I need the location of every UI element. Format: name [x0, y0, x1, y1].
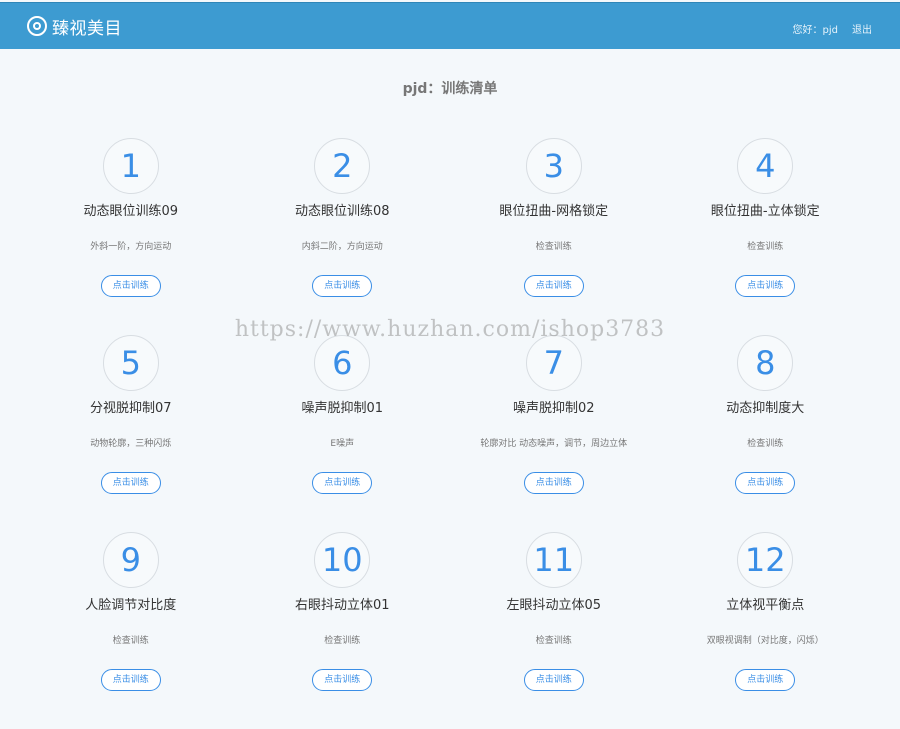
- card-title: 动态抑制度大: [726, 401, 805, 416]
- card-title: 动态眼位训练08: [294, 204, 390, 219]
- card-title: 噪声脱抑制02: [512, 401, 595, 416]
- training-card: 4 眼位扭曲-立体锁定检查训练点击训练: [660, 138, 872, 335]
- card-number: 8: [737, 335, 794, 391]
- card-description: 检查训练: [112, 636, 149, 646]
- card-title: 立体视平衡点: [726, 598, 805, 613]
- start-training-button[interactable]: 点击训练: [735, 275, 796, 297]
- card-number: 10: [314, 532, 371, 588]
- card-description: 双眼视调制（对比度，闪烁）: [706, 636, 824, 646]
- training-card: 10 右眼抖动立体01 检查训练点击训练: [237, 532, 449, 729]
- card-description: 动物轮廓，三种闪烁: [90, 439, 172, 449]
- card-title: 分视脱抑制07: [89, 401, 172, 416]
- training-card: 1 动态眼位训练09 外斜一阶，方向运动点击训练: [25, 138, 237, 335]
- card-title: 噪声脱抑制01: [301, 401, 384, 416]
- card-description: 检查训练: [747, 242, 784, 252]
- training-card: 9 人脸调节对比度检查训练点击训练: [25, 532, 237, 729]
- card-number: 11: [525, 532, 582, 588]
- card-title: 人脸调节对比度: [85, 598, 177, 613]
- card-number: 12: [737, 532, 794, 588]
- start-training-button[interactable]: 点击训练: [312, 669, 373, 691]
- start-training-button[interactable]: 点击训练: [100, 669, 161, 691]
- user-area: 您好：pjd 退出: [793, 21, 872, 36]
- start-training-button[interactable]: 点击训练: [312, 472, 373, 494]
- card-number: 9: [102, 532, 159, 588]
- card-number: 5: [102, 335, 159, 391]
- brand[interactable]: 臻视美目: [27, 13, 122, 39]
- card-description: 检查训练: [535, 636, 572, 646]
- start-training-button[interactable]: 点击训练: [312, 275, 373, 297]
- training-card: 8 动态抑制度大检查训练点击训练: [660, 335, 872, 532]
- page-title: pjd：训练清单: [402, 81, 498, 97]
- card-title: 左眼抖动立体05: [506, 598, 602, 613]
- card-title: 动态眼位训练09: [83, 204, 179, 219]
- card-description: 轮廓对比 动态噪声，调节，周边立体: [480, 439, 628, 449]
- training-card: 7 噪声脱抑制02 轮廓对比 动态噪声，调节，周边立体点击训练: [448, 335, 660, 532]
- card-description: 内斜二阶，方向运动: [301, 242, 383, 252]
- user-greeting: 您好：pjd: [792, 25, 838, 36]
- card-description: 外斜一阶，方向运动: [90, 242, 172, 252]
- card-description: E噪声: [330, 439, 355, 449]
- start-training-button[interactable]: 点击训练: [735, 669, 796, 691]
- top-navbar: 臻视美目 您好：pjd 退出: [0, 2, 900, 49]
- card-number: 4: [737, 138, 794, 194]
- card-description: 检查训练: [535, 242, 572, 252]
- card-number: 3: [525, 138, 582, 194]
- card-title: 眼位扭曲-立体锁定: [710, 204, 820, 219]
- training-card: 11 左眼抖动立体05 检查训练点击训练: [448, 532, 660, 729]
- training-card: 12 立体视平衡点双眼视调制（对比度，闪烁） 点击训练: [660, 532, 872, 729]
- card-number: 6: [314, 335, 371, 391]
- logo-icon: [27, 16, 47, 36]
- start-training-button[interactable]: 点击训练: [100, 472, 161, 494]
- card-number: 2: [314, 138, 371, 194]
- card-description: 检查训练: [747, 439, 784, 449]
- training-card: 5 分视脱抑制07 动物轮廓，三种闪烁点击训练: [25, 335, 237, 532]
- training-card: 6 噪声脱抑制01 E噪声点击训练: [237, 335, 449, 532]
- start-training-button[interactable]: 点击训练: [100, 275, 161, 297]
- card-title: 眼位扭曲-网格锁定: [499, 204, 609, 219]
- start-training-button[interactable]: 点击训练: [523, 275, 584, 297]
- training-card: 3 眼位扭曲-网格锁定检查训练点击训练: [448, 138, 660, 335]
- training-card: 2 动态眼位训练08 内斜二阶，方向运动点击训练: [237, 138, 449, 335]
- training-list: 1 动态眼位训练09 外斜一阶，方向运动点击训练 2 动态眼位训练08 内斜二阶，方向运动…: [25, 138, 871, 729]
- card-number: 7: [525, 335, 582, 391]
- card-description: 检查训练: [324, 636, 361, 646]
- brand-name: 臻视美目: [52, 18, 122, 39]
- start-training-button[interactable]: 点击训练: [523, 669, 584, 691]
- start-training-button[interactable]: 点击训练: [735, 472, 796, 494]
- card-number: 1: [102, 138, 159, 194]
- logout-link[interactable]: 退出: [852, 21, 872, 36]
- start-training-button[interactable]: 点击训练: [523, 472, 584, 494]
- card-title: 右眼抖动立体01: [294, 598, 390, 613]
